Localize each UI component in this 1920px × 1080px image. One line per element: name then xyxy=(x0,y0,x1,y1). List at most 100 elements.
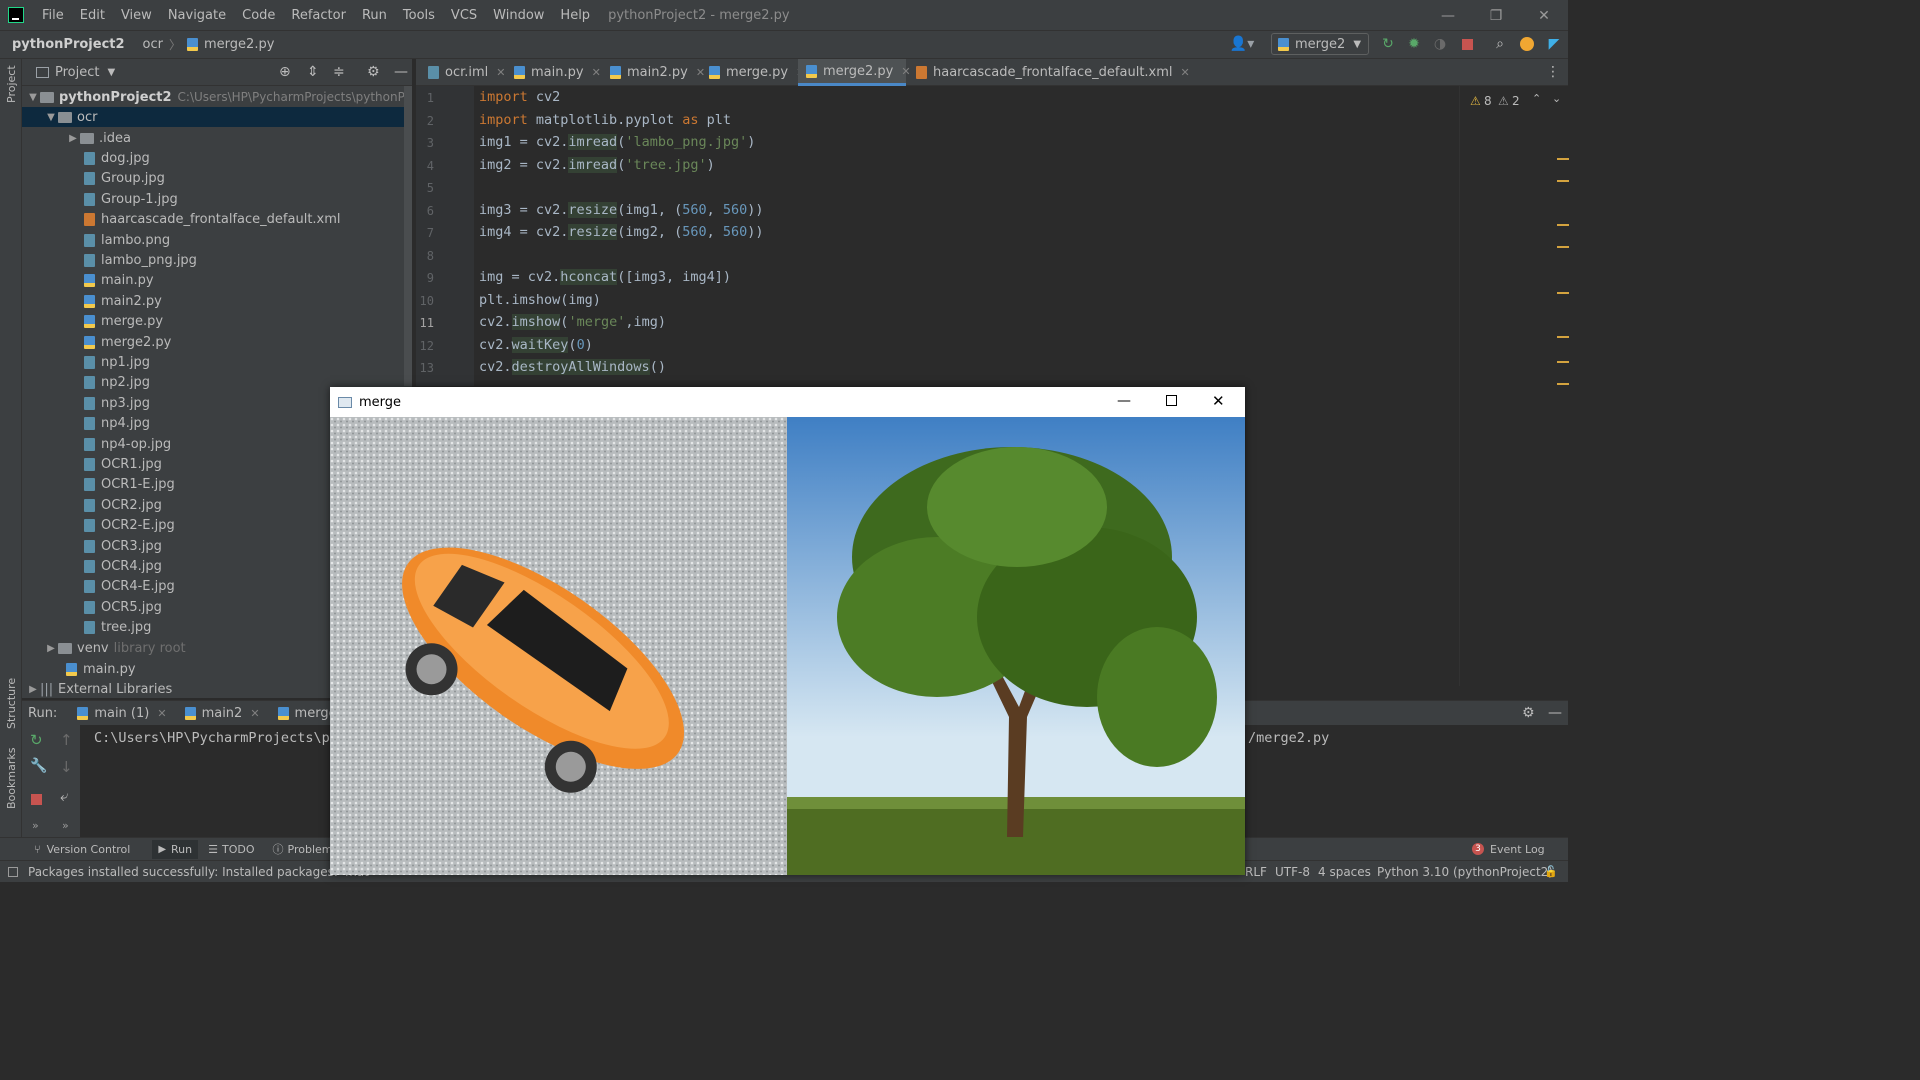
tree-file[interactable]: lambo_png.jpg xyxy=(22,250,412,270)
run-configuration-select[interactable]: merge2 ▼ xyxy=(1271,33,1369,55)
encoding-indicator[interactable]: UTF-8 xyxy=(1275,865,1310,879)
tree-file[interactable]: Group.jpg xyxy=(22,169,412,189)
menu-refactor[interactable]: Refactor xyxy=(283,8,354,23)
project-panel-title[interactable]: Project xyxy=(55,65,99,80)
close-icon[interactable]: ✕ xyxy=(250,707,259,720)
locate-icon[interactable]: ⊕ xyxy=(279,64,291,80)
warning-marker[interactable] xyxy=(1557,383,1569,385)
minimize-icon[interactable]: — xyxy=(1424,0,1472,31)
todo-tab[interactable]: TODO xyxy=(222,843,255,856)
chevron-down-icon[interactable]: ▼ xyxy=(107,67,115,78)
more-tabs-icon[interactable]: ⋮ xyxy=(1546,64,1560,80)
tree-file[interactable]: ▶ .idea xyxy=(22,128,412,148)
tab-main2-py[interactable]: main2.py ✕ xyxy=(602,59,705,86)
warning-marker[interactable] xyxy=(1557,336,1569,338)
tree-file[interactable]: dog.jpg xyxy=(22,148,412,168)
merge-window-titlebar[interactable]: merge — ✕ xyxy=(330,387,1245,417)
close-icon[interactable]: ✕ xyxy=(1520,0,1568,31)
line-separator-indicator[interactable]: RLF xyxy=(1245,865,1267,879)
soft-wrap-icon[interactable]: ⤶ xyxy=(60,787,68,805)
warning-marker[interactable] xyxy=(1557,158,1569,160)
menu-tools[interactable]: Tools xyxy=(395,8,443,23)
menu-run[interactable]: Run xyxy=(354,8,395,23)
tab-haarcascade-xml[interactable]: haarcascade_frontalface_default.xml ✕ xyxy=(908,59,1190,86)
search-icon[interactable]: ⌕ xyxy=(1491,35,1509,53)
breadcrumb-folder[interactable]: ocr xyxy=(125,37,163,52)
update-icon[interactable] xyxy=(1518,35,1536,53)
tab-main-py[interactable]: main.py ✕ xyxy=(506,59,601,86)
wrench-icon[interactable]: 🔧 xyxy=(30,758,47,774)
menu-window[interactable]: Window xyxy=(485,8,552,23)
project-scrollbar[interactable] xyxy=(404,86,412,386)
status-message[interactable]: Packages installed successfully: Install… xyxy=(28,865,369,879)
menu-navigate[interactable]: Navigate xyxy=(160,8,234,23)
weak-warning-icon[interactable]: ⚠ xyxy=(1498,94,1509,108)
tab-merge-py[interactable]: merge.py✕ xyxy=(701,59,805,86)
tree-file[interactable]: main.py xyxy=(22,271,412,291)
run-tab-main1[interactable]: main (1) xyxy=(94,706,149,721)
warning-icon[interactable]: ⚠ xyxy=(1470,94,1481,108)
breadcrumb-file[interactable]: merge2.py xyxy=(204,37,274,52)
menu-help[interactable]: Help xyxy=(552,8,598,23)
expand-all-icon[interactable]: ⇕ xyxy=(307,64,319,80)
status-panel-icon[interactable] xyxy=(8,866,18,877)
stop-icon[interactable] xyxy=(31,794,42,805)
restore-icon[interactable]: ❐ xyxy=(1472,0,1520,31)
tab-ocr-iml[interactable]: ocr.iml ✕ xyxy=(420,59,506,86)
close-icon[interactable]: ✕ xyxy=(1212,392,1225,410)
hide-panel-icon[interactable]: — xyxy=(394,64,408,80)
tree-file[interactable]: merge.py xyxy=(22,312,412,332)
tree-folder-ocr[interactable]: ▼ ocr xyxy=(22,107,412,127)
chevron-up-icon[interactable]: ⌃ xyxy=(1532,92,1541,105)
tree-file[interactable]: lambo.png xyxy=(22,230,412,250)
warning-marker[interactable] xyxy=(1557,292,1569,294)
structure-tool-tab[interactable]: Structure xyxy=(5,678,18,729)
more-icon[interactable]: » xyxy=(32,819,39,832)
more-icon[interactable]: » xyxy=(62,819,69,832)
indent-indicator[interactable]: 4 spaces xyxy=(1318,865,1371,879)
close-icon[interactable]: ✕ xyxy=(496,66,505,79)
close-icon[interactable]: ✕ xyxy=(592,66,601,79)
tree-file[interactable]: Group-1.jpg xyxy=(22,189,412,209)
tab-merge2-py[interactable]: merge2.py ✕ xyxy=(798,59,911,86)
code-editor[interactable]: import cv2 import matplotlib.pyplot as p… xyxy=(474,86,1459,386)
warning-marker[interactable] xyxy=(1557,224,1569,226)
collapse-all-icon[interactable]: ≑ xyxy=(333,64,345,80)
tree-file[interactable]: main2.py xyxy=(22,291,412,311)
interpreter-indicator[interactable]: Python 3.10 (pythonProject2) xyxy=(1377,865,1553,879)
menu-vcs[interactable]: VCS xyxy=(443,8,485,23)
menu-edit[interactable]: Edit xyxy=(72,8,113,23)
gear-icon[interactable]: ⚙ xyxy=(1522,705,1535,721)
menu-view[interactable]: View xyxy=(113,8,160,23)
bookmarks-tool-tab[interactable]: Bookmarks xyxy=(5,748,18,809)
coverage-icon[interactable]: ◑ xyxy=(1431,35,1449,53)
rerun-icon[interactable]: ↻ xyxy=(1379,35,1397,53)
maximize-icon[interactable] xyxy=(1166,395,1177,406)
minimize-icon[interactable]: — xyxy=(1117,393,1131,409)
run-tool-tab[interactable]: ▶ Run xyxy=(152,839,199,859)
jetbrains-toolbox-icon[interactable]: ◤ xyxy=(1545,35,1563,53)
debug-icon[interactable]: ✹ xyxy=(1405,35,1423,53)
arrow-up-icon[interactable]: ↑ xyxy=(60,731,73,749)
breadcrumb-project[interactable]: pythonProject2 xyxy=(0,37,125,52)
run-tab-main2[interactable]: main2 xyxy=(202,706,243,721)
arrow-down-icon[interactable]: ↓ xyxy=(60,758,73,776)
tree-file[interactable]: np1.jpg xyxy=(22,352,412,372)
tree-file[interactable]: merge2.py xyxy=(22,332,412,352)
tree-root[interactable]: ▼ pythonProject2 C:\Users\HP\PycharmProj… xyxy=(22,87,412,107)
user-icon[interactable]: 👤▾ xyxy=(1228,35,1256,53)
close-icon[interactable]: ✕ xyxy=(157,707,166,720)
event-log-tab[interactable]: Event Log xyxy=(1490,843,1545,856)
menu-file[interactable]: File xyxy=(34,8,72,23)
close-icon[interactable]: ✕ xyxy=(1181,66,1190,79)
project-tool-tab[interactable]: Project xyxy=(5,65,18,103)
stop-icon[interactable] xyxy=(1458,35,1476,53)
gear-icon[interactable]: ⚙ xyxy=(367,64,380,80)
chevron-down-icon[interactable]: ⌄ xyxy=(1552,92,1561,105)
hide-panel-icon[interactable]: — xyxy=(1548,705,1562,721)
lock-icon[interactable]: 🔓 xyxy=(1544,865,1558,878)
warning-marker[interactable] xyxy=(1557,361,1569,363)
warning-marker[interactable] xyxy=(1557,180,1569,182)
warning-marker[interactable] xyxy=(1557,246,1569,248)
version-control-tab[interactable]: Version Control xyxy=(47,843,131,856)
